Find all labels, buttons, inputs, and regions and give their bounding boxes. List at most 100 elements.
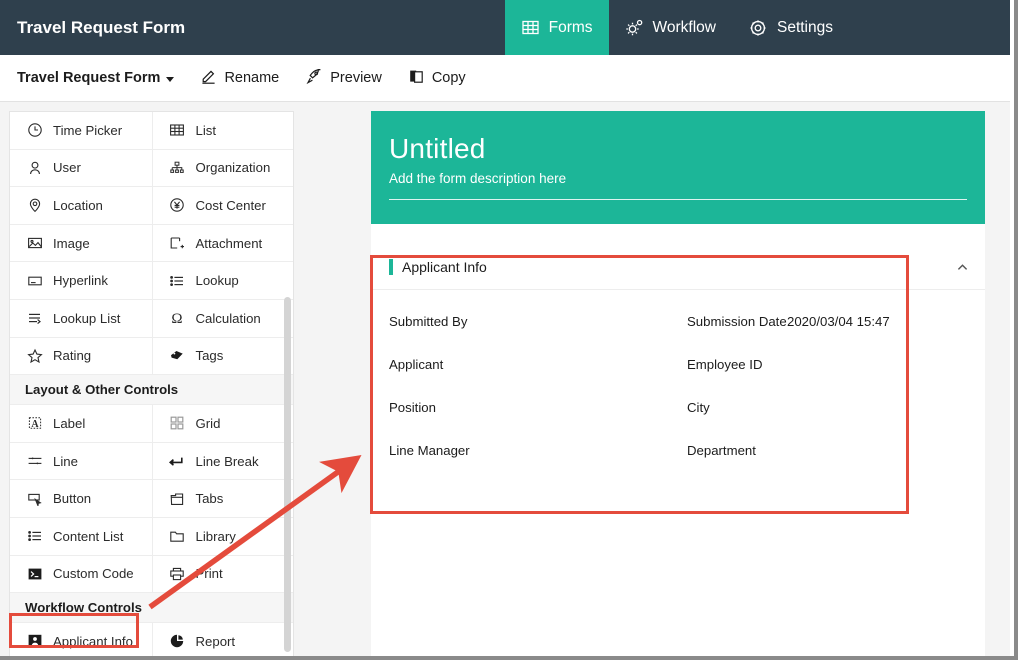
palette-item-line[interactable]: Line	[10, 443, 152, 480]
content-list-icon	[25, 527, 44, 546]
tab-settings[interactable]: Settings	[732, 0, 849, 55]
map-pin-icon	[25, 196, 44, 215]
tab-settings-label: Settings	[776, 18, 833, 36]
grid-four-icon	[168, 414, 187, 433]
omega-icon: Ω	[168, 309, 187, 328]
palette-item-tabs[interactable]: Tabs	[151, 480, 294, 517]
palette-item-location[interactable]: Location	[10, 187, 152, 224]
palette-row: A Label Grid	[10, 405, 293, 443]
palette-label: Time Picker	[53, 122, 123, 138]
palette-label: Hyperlink	[53, 273, 108, 289]
tab-forms[interactable]: Forms	[504, 0, 609, 55]
field-cell: City	[687, 398, 985, 418]
form-preview: Untitled Add the form description here A…	[371, 111, 985, 656]
palette-item-cost-center[interactable]: Cost Center	[151, 187, 294, 224]
palette-item-user[interactable]: User	[10, 150, 152, 187]
palette-row: Custom Code Print	[10, 555, 294, 594]
form-toolbar: Travel Request Form Rename Preview Copy	[0, 55, 1010, 102]
palette-item-label[interactable]: A Label	[10, 405, 152, 442]
tab-workflow-label: Workflow	[652, 18, 716, 36]
section-header: Applicant Info	[371, 245, 985, 290]
palette-item-image[interactable]: Image	[10, 225, 152, 262]
section-header-workflow: Workflow Controls	[10, 593, 293, 624]
preview-gap	[371, 224, 985, 245]
field-row: Applicant Employee ID	[371, 355, 985, 375]
palette-label: Attachment	[195, 235, 263, 251]
palette-row: Time Picker List	[10, 112, 293, 150]
palette-item-list[interactable]: List	[151, 112, 294, 149]
palette-row: Location Cost Center	[10, 187, 293, 225]
field-cell: Department	[687, 441, 985, 461]
palette-label: Print	[195, 566, 223, 582]
palette-item-rating[interactable]: Rating	[10, 338, 152, 375]
form-selector-label: Travel Request Form	[17, 70, 161, 86]
field-label-city: City	[687, 400, 710, 415]
field-label-line-manager: Line Manager	[389, 443, 470, 458]
tab-forms-label: Forms	[548, 18, 593, 36]
palette-row: Button Tabs	[10, 480, 293, 518]
palette-label: Rating	[53, 348, 92, 364]
palette-label: Grid	[195, 415, 221, 431]
preview-label: Preview	[330, 70, 382, 86]
tab-workflow[interactable]: Workflow	[609, 0, 732, 55]
grid-icon	[521, 18, 540, 37]
work-area: Time Picker List User Organization Locat…	[0, 102, 1010, 656]
palette-row: Hyperlink Lookup	[10, 262, 293, 300]
topbar-right-pad	[849, 0, 1010, 55]
palette-row: Lookup List Ω Calculation	[10, 299, 294, 338]
palette-item-custom-code[interactable]: Custom Code	[10, 556, 152, 593]
rename-label: Rename	[224, 70, 280, 86]
palette-item-button[interactable]: Button	[10, 480, 152, 517]
sidebar-scrollbar[interactable]	[284, 297, 291, 652]
palette-label: Line	[53, 453, 78, 469]
palette-label: Lookup List	[53, 310, 121, 326]
palette-item-hyperlink[interactable]: Hyperlink	[10, 262, 152, 299]
preview-button[interactable]: Preview	[305, 67, 382, 89]
palette-item-grid[interactable]: Grid	[151, 405, 294, 442]
palette-item-library[interactable]: Library	[151, 517, 294, 555]
palette-item-content-list[interactable]: Content List	[10, 518, 152, 555]
palette-item-calculation[interactable]: Ω Calculation	[151, 299, 294, 337]
applicant-info-icon	[25, 632, 44, 651]
copy-icon	[408, 68, 425, 89]
application-window: Travel Request Form Forms Workflow Setti…	[0, 0, 1018, 660]
palette-item-line-break[interactable]: Line Break	[151, 442, 294, 480]
gear-icon	[748, 18, 768, 38]
palette-label: User	[53, 160, 81, 176]
field-cell: Applicant	[389, 355, 687, 375]
palette-item-attachment[interactable]: Attachment	[151, 224, 294, 262]
palette-label: Applicant Info	[53, 633, 133, 649]
field-cell: Line Manager	[389, 441, 687, 461]
app-title: Travel Request Form	[17, 17, 186, 37]
section-title: Applicant Info	[402, 259, 487, 275]
palette-label: Tabs	[195, 491, 224, 507]
chevron-up-icon[interactable]	[955, 260, 969, 274]
palette-item-tags[interactable]: Tags	[151, 337, 294, 375]
field-label-applicant: Applicant	[389, 357, 444, 372]
rename-button[interactable]: Rename	[200, 68, 279, 89]
palette-item-report[interactable]: Report	[151, 623, 294, 656]
field-label-submitted-by: Submitted By	[389, 314, 468, 329]
palette-label: Location	[53, 197, 103, 213]
copy-button[interactable]: Copy	[408, 68, 466, 89]
palette-item-applicant-info[interactable]: Applicant Info	[10, 623, 152, 656]
palette-label: Cost Center	[195, 197, 266, 213]
form-description[interactable]: Add the form description here	[389, 171, 967, 186]
palette-item-time-picker[interactable]: Time Picker	[10, 112, 152, 149]
palette-item-organization[interactable]: Organization	[151, 149, 294, 187]
palette-item-print[interactable]: Print	[151, 555, 294, 593]
palette-row: Image Attachment	[10, 224, 294, 263]
form-selector-dropdown[interactable]: Travel Request Form	[17, 70, 175, 86]
folder-icon	[168, 527, 187, 546]
hero-divider	[389, 199, 967, 200]
list-bullet-icon	[168, 271, 187, 290]
palette-row: User Organization	[10, 149, 294, 188]
palette-item-lookup-list[interactable]: Lookup List	[10, 300, 152, 337]
form-title[interactable]: Untitled	[389, 132, 967, 166]
palette-item-lookup[interactable]: Lookup	[151, 262, 294, 299]
line-break-icon	[168, 452, 187, 471]
field-label-position: Position	[389, 400, 436, 415]
clock-icon	[25, 121, 44, 140]
label-a-icon: A	[25, 414, 44, 433]
